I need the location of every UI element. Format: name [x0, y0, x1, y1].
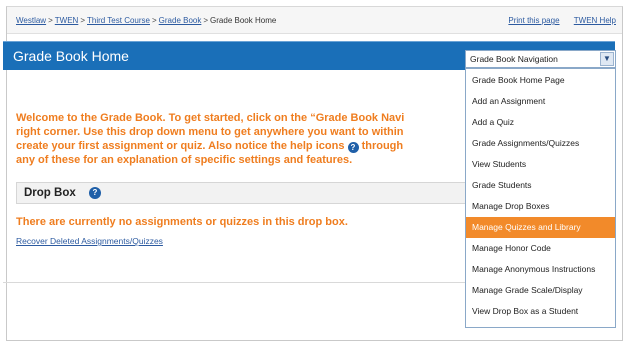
menu-item-grade-scale[interactable]: Manage Grade Scale/Display	[466, 280, 615, 301]
top-links: Print this page TWEN Help	[496, 16, 616, 25]
welcome-line-part: create your first assignment or quiz. Al…	[16, 140, 345, 152]
help-icon[interactable]: ?	[347, 142, 359, 153]
breadcrumb: Westlaw > TWEN > Third Test Course > Grade Boo…	[16, 16, 276, 25]
welcome-line: any of these for an explanation of speci…	[16, 154, 353, 166]
breadcrumb-westlaw[interactable]: Westlaw	[16, 16, 46, 25]
menu-item-view-students[interactable]: View Students	[466, 154, 615, 175]
menu-item-add-quiz[interactable]: Add a Quiz	[466, 112, 615, 133]
menu-item-add-assignment[interactable]: Add an Assignment	[466, 91, 615, 112]
top-bar: Westlaw > TWEN > Third Test Course > Grade Boo…	[7, 7, 622, 34]
breadcrumb-separator: >	[48, 16, 53, 25]
breadcrumb-twen[interactable]: TWEN	[55, 16, 79, 25]
drop-box-title: Drop Box	[24, 187, 76, 199]
navigation-dropdown-menu: Grade Book Home Page Add an Assignment A…	[465, 68, 616, 328]
drop-box-section-header: Drop Box ?	[16, 182, 466, 204]
welcome-line: create your first assignment or quiz. Al…	[16, 139, 466, 153]
welcome-line: Welcome to the Grade Book. To get starte…	[16, 112, 405, 124]
menu-item-grade-students[interactable]: Grade Students	[466, 175, 615, 196]
menu-item-manage-quizzes[interactable]: Manage Quizzes and Library	[466, 217, 615, 238]
welcome-message: Welcome to the Grade Book. To get starte…	[16, 111, 466, 167]
twen-help-link[interactable]: TWEN Help	[574, 16, 616, 25]
divider	[3, 282, 465, 283]
welcome-line: right corner. Use this drop down menu to…	[16, 126, 404, 138]
breadcrumb-course[interactable]: Third Test Course	[87, 16, 150, 25]
welcome-line-part: through	[361, 140, 404, 152]
select-value: Grade Book Navigation	[470, 54, 558, 64]
grade-book-navigation-select[interactable]: Grade Book Navigation ▼	[465, 50, 616, 68]
breadcrumb-current: Grade Book Home	[210, 16, 277, 25]
empty-state-message: There are currently no assignments or qu…	[16, 216, 348, 228]
breadcrumb-separator: >	[80, 16, 85, 25]
breadcrumb-grade-book[interactable]: Grade Book	[159, 16, 202, 25]
recover-deleted-link[interactable]: Recover Deleted Assignments/Quizzes	[16, 236, 163, 246]
menu-item-grade-book-home[interactable]: Grade Book Home Page	[466, 70, 615, 91]
menu-item-grade-assignments[interactable]: Grade Assignments/Quizzes	[466, 133, 615, 154]
menu-item-manage-drop-boxes[interactable]: Manage Drop Boxes	[466, 196, 615, 217]
menu-item-view-drop-box-student[interactable]: View Drop Box as a Student	[466, 301, 615, 322]
help-icon[interactable]: ?	[89, 187, 101, 199]
breadcrumb-separator: >	[203, 16, 209, 25]
chevron-down-icon[interactable]: ▼	[600, 52, 614, 66]
print-page-link[interactable]: Print this page	[508, 16, 559, 25]
breadcrumb-separator: >	[152, 16, 157, 25]
page-title: Grade Book Home	[13, 48, 129, 64]
menu-item-manage-honor-code[interactable]: Manage Honor Code	[466, 238, 615, 259]
menu-item-anonymous-instructions[interactable]: Manage Anonymous Instructions	[466, 259, 615, 280]
